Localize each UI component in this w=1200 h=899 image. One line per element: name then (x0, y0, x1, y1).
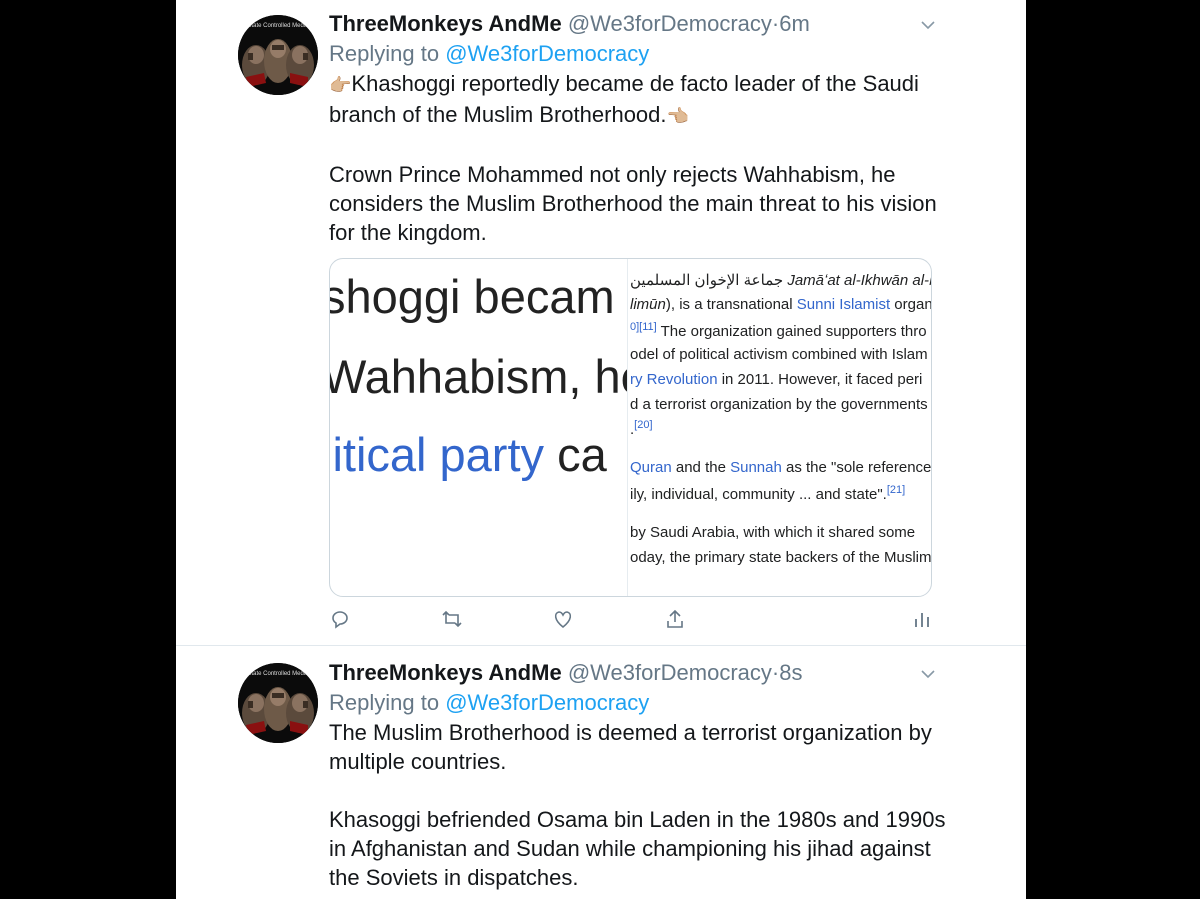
zoomed-text-fragment: ca (557, 428, 607, 481)
wiki-text: The organization gained supporters thro (656, 323, 927, 340)
avatar[interactable]: State Controlled Media (238, 15, 318, 95)
timeline: State Controlled Media ThreeMonkeys AndM… (176, 0, 1026, 899)
wiki-link: Quran (630, 459, 672, 476)
media-card[interactable]: shoggi becam Wahhabism, he litical party… (329, 258, 932, 597)
wiki-arabic-text: جماعة الإخوان المسلمين (630, 272, 788, 289)
wiki-text: d a terrorist organization by the govern… (630, 396, 928, 413)
tweet-paragraph: 👉🏼Khashoggi reportedly became de facto l… (329, 69, 949, 131)
tweet[interactable]: State Controlled Media ThreeMonkeys AndM… (176, 0, 1026, 646)
reply-icon[interactable] (329, 608, 351, 630)
wiki-link: ry Revolution (630, 371, 718, 388)
wiki-text-line: .[20] (630, 419, 653, 438)
wiki-text: by Saudi Arabia, with which it shared so… (630, 524, 916, 541)
three-monkeys-avatar-image: State Controlled Media (238, 15, 318, 95)
wikipedia-excerpt-image: جماعة الإخوان المسلمين Jamāʻat al-Ikhwān… (628, 259, 931, 596)
replying-to-label: Replying to (329, 41, 446, 66)
wiki-text: organ (890, 296, 931, 313)
heart-icon[interactable] (552, 608, 574, 630)
display-name[interactable]: ThreeMonkeys AndMe (329, 660, 562, 685)
tweet-actions (329, 608, 949, 634)
wiki-citation: [21] (886, 484, 906, 496)
zoomed-link-text: litical party (330, 428, 545, 481)
chevron-down-icon[interactable] (920, 17, 936, 33)
pointing-right-emoji: 👉🏼 (329, 75, 352, 95)
username[interactable]: @We3forDemocracy (568, 11, 772, 36)
wiki-text-line: d a terrorist organization by the govern… (630, 396, 928, 413)
zoomed-text-line: shoggi becam (330, 270, 615, 323)
retweet-icon[interactable] (441, 608, 463, 630)
tweet[interactable]: State Controlled Media ThreeMonkeys AndM… (176, 646, 1026, 899)
tweet-text: The Muslim Brotherhood is deemed a terro… (329, 718, 949, 892)
wiki-text-line: odel of political activism combined with… (630, 346, 928, 363)
tweet-text: 👉🏼Khashoggi reportedly became de facto l… (329, 69, 949, 247)
zoomed-screenshot-image: shoggi becam Wahhabism, he litical party… (330, 259, 627, 596)
three-monkeys-avatar-image: State Controlled Media (238, 663, 318, 743)
replying-to: Replying to @We3forDemocracy (329, 39, 649, 69)
replying-to-label: Replying to (329, 690, 446, 715)
wiki-text-line: by Saudi Arabia, with which it shared so… (630, 524, 915, 541)
wiki-text-line: ry Revolution in 2011. However, it faced… (630, 371, 922, 388)
wiki-link: Sunnah (730, 459, 782, 476)
wiki-text: ), is a transnational (665, 296, 797, 313)
svg-text:State Controlled Media: State Controlled Media (247, 23, 309, 29)
chevron-down-icon[interactable] (920, 666, 936, 682)
username[interactable]: @We3forDemocracy (568, 660, 772, 685)
wiki-text: in 2011. However, it faced peri (717, 371, 923, 388)
zoomed-text-line: Wahhabism, he (330, 350, 627, 403)
wiki-text: oday, the primary state backers of the M… (630, 549, 931, 566)
replying-to-mention[interactable]: @We3forDemocracy (445, 41, 649, 66)
tweet-header: ThreeMonkeys AndMe @We3forDemocracy·6m (329, 9, 966, 39)
timestamp[interactable]: 6m (779, 11, 810, 36)
wiki-text-line: Quran and the Sunnah as the "sole refere… (630, 459, 931, 476)
tweet-paragraph: Crown Prince Mohammed not only rejects W… (329, 160, 949, 247)
wiki-text: as the "sole reference (781, 459, 931, 476)
wiki-text: ily, individual, community ... and state… (630, 486, 887, 503)
tweet-paragraph-text: Crown Prince Mohammed not only rejects W… (329, 162, 943, 245)
wiki-citation: 0][11] (630, 321, 657, 333)
zoomed-text-line: litical party ca (330, 427, 607, 482)
analytics-icon[interactable] (911, 608, 933, 630)
timestamp[interactable]: 8s (779, 660, 802, 685)
wiki-text-line: جماعة الإخوان المسلمين Jamāʻat al-Ikhwān… (630, 271, 931, 289)
wiki-text: odel of political activism combined with… (630, 346, 928, 363)
wiki-text-line: oday, the primary state backers of the M… (630, 549, 931, 566)
replying-to: Replying to @We3forDemocracy (329, 688, 649, 718)
wiki-italic-text: limūn (630, 296, 666, 313)
wiki-text-line: 0][11] The organization gained supporter… (630, 321, 927, 340)
tweet-header: ThreeMonkeys AndMe @We3forDemocracy·8s (329, 658, 966, 688)
display-name[interactable]: ThreeMonkeys AndMe (329, 11, 562, 36)
pointing-left-emoji: 👈🏼 (666, 106, 689, 126)
wiki-text: and the (671, 459, 731, 476)
wiki-text-line: ily, individual, community ... and state… (630, 484, 905, 503)
wiki-link: Sunni Islamist (796, 296, 891, 313)
replying-to-mention[interactable]: @We3forDemocracy (445, 690, 649, 715)
wiki-text-line: limūn), is a transnational Sunni Islamis… (630, 296, 931, 313)
tweet-paragraph: Khasoggi befriended Osama bin Laden in t… (329, 807, 952, 890)
wiki-italic-text: Jamāʻat al-Ikhwān al-Mus (787, 272, 931, 289)
share-icon[interactable] (664, 608, 686, 630)
svg-text:State Controlled Media: State Controlled Media (247, 671, 309, 677)
avatar[interactable]: State Controlled Media (238, 663, 318, 743)
wiki-citation: [20] (634, 419, 653, 431)
tweet-paragraph: The Muslim Brotherhood is deemed a terro… (329, 720, 938, 774)
tweet-paragraph-text: Khashoggi reportedly became de facto lea… (329, 71, 926, 127)
